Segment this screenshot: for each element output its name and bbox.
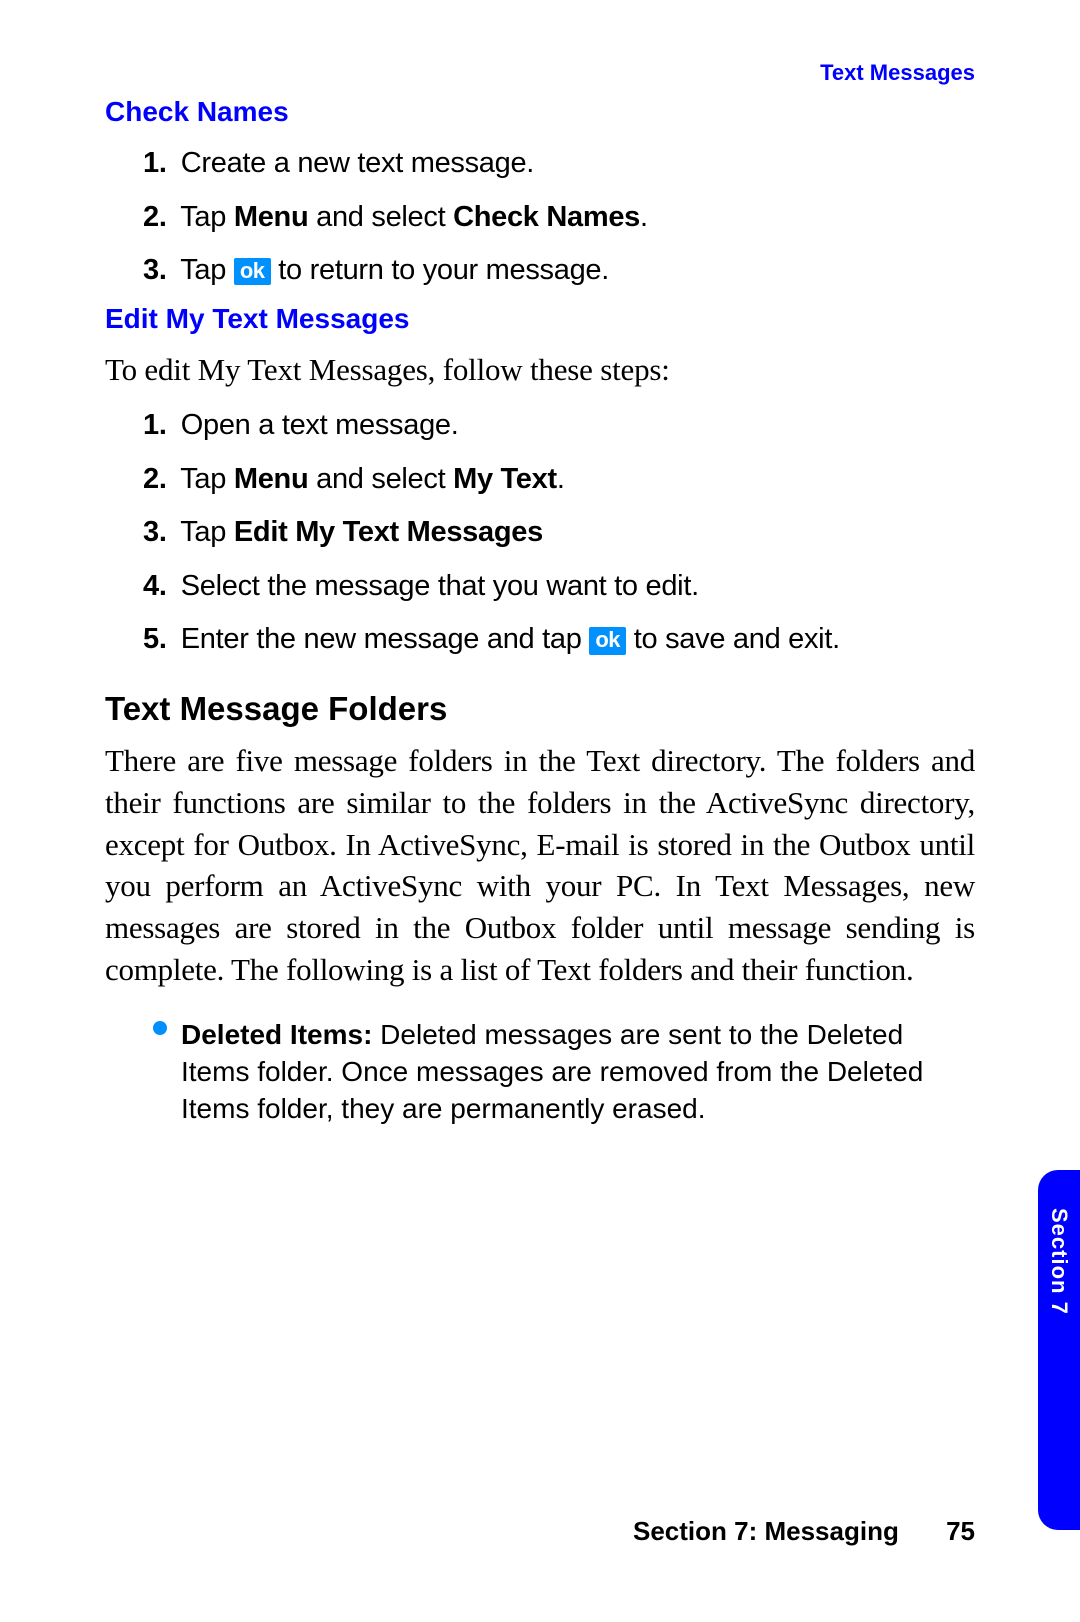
paragraph-folders: There are five message folders in the Te… [105, 740, 975, 991]
step-item: 5. Enter the new message and tap ok to s… [143, 618, 975, 662]
running-header: Text Messages [105, 60, 975, 86]
step-item: 4. Select the message that you want to e… [143, 565, 975, 609]
section-thumb-tab: Section 7 [1038, 1170, 1080, 1530]
step-number: 3. [143, 511, 173, 555]
heading-edit-my-text: Edit My Text Messages [105, 303, 975, 335]
bold-text: My Text [453, 463, 557, 495]
page-footer: Section 7: Messaging 75 [0, 1516, 975, 1547]
step-item: 3. Tap ok to return to your message. [143, 249, 975, 293]
step-item: 1. Open a text message. [143, 404, 975, 448]
bold-text: Menu [234, 463, 309, 495]
step-number: 1. [143, 404, 173, 448]
folders-bullets: Deleted Items: Deleted messages are sent… [105, 1017, 975, 1128]
step-number: 4. [143, 565, 173, 609]
ok-icon: ok [234, 258, 271, 285]
step-item: 1. Create a new text message. [143, 142, 975, 186]
step-number: 3. [143, 249, 173, 293]
ok-icon: ok [589, 627, 626, 654]
steps-edit-my-text: 1. Open a text message. 2. Tap Menu and s… [143, 404, 975, 662]
bold-text: Edit My Text Messages [234, 516, 543, 548]
bold-text: Menu [234, 201, 309, 233]
footer-section: Section 7: Messaging [633, 1516, 899, 1546]
section-thumb-label: Section 7 [1046, 1208, 1072, 1315]
step-item: 3. Tap Edit My Text Messages [143, 511, 975, 555]
steps-check-names: 1. Create a new text message. 2. Tap Menu… [143, 142, 975, 293]
manual-page: Text Messages Check Names 1. Create a ne… [0, 0, 1080, 1622]
step-number: 2. [143, 458, 173, 502]
step-number: 1. [143, 142, 173, 186]
bullet-label: Deleted Items: [181, 1019, 372, 1050]
step-item: 2. Tap Menu and select My Text. [143, 458, 975, 502]
step-item: 2. Tap Menu and select Check Names. [143, 196, 975, 240]
intro-edit-my-text: To edit My Text Messages, follow these s… [105, 349, 975, 391]
step-number: 5. [143, 618, 173, 662]
step-number: 2. [143, 196, 173, 240]
footer-page-number: 75 [946, 1516, 975, 1547]
bullet-dot-icon [153, 1021, 167, 1035]
bold-text: Check Names [453, 201, 640, 233]
bullet-item: Deleted Items: Deleted messages are sent… [153, 1017, 975, 1128]
heading-text-message-folders: Text Message Folders [105, 690, 975, 728]
heading-check-names: Check Names [105, 96, 975, 128]
